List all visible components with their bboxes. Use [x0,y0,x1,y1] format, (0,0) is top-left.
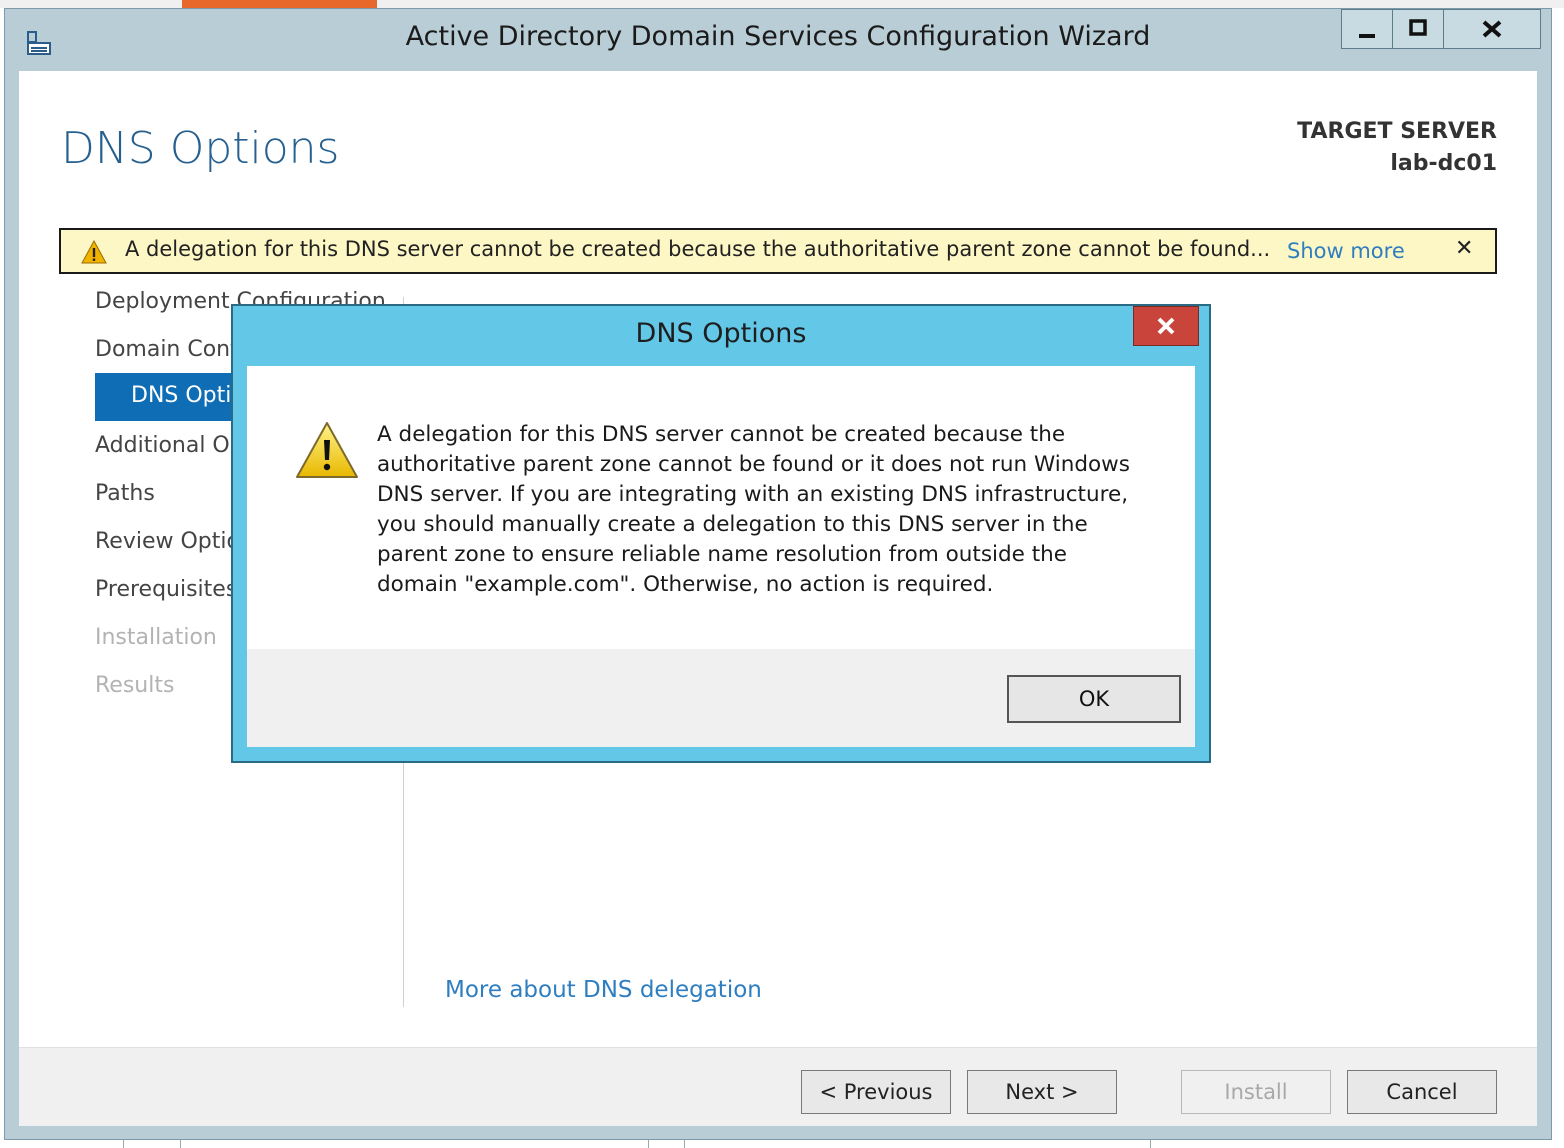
warning-message: A delegation for this DNS server cannot … [125,237,1271,261]
dialog-message-line: parent zone to ensure reliable name reso… [377,542,1067,567]
install-button: Install [1181,1070,1331,1114]
dialog-body: A delegation for this DNS server cannot … [247,366,1195,649]
minimize-button[interactable] [1341,9,1393,49]
dialog-message: A delegation for this DNS server cannot … [377,420,1137,600]
cancel-button[interactable]: Cancel [1347,1070,1497,1114]
dialog-message-line: you should manually create a delegation … [377,512,1088,537]
dialog-close-button[interactable] [1133,306,1199,346]
maximize-button[interactable] [1392,9,1444,49]
warning-notification-bar: A delegation for this DNS server cannot … [59,228,1497,274]
close-icon [1157,317,1175,335]
nav-item-results: Results [95,673,175,698]
dns-options-dialog: DNS Options A delegation for this DNS se… [231,304,1211,763]
dialog-footer: OK [247,649,1195,747]
page-title: DNS Options [61,123,340,174]
previous-button[interactable]: < Previous [801,1070,951,1114]
ok-button[interactable]: OK [1007,675,1181,723]
dialog-message-line: DNS server. If you are integrating with … [377,482,1129,507]
nav-item-installation: Installation [95,625,217,650]
target-server-label: TARGET SERVER [1297,119,1497,144]
dismiss-warning-button[interactable]: ✕ [1455,236,1473,261]
close-icon [1482,20,1502,38]
title-bar[interactable]: Active Directory Domain Services Configu… [5,9,1551,69]
nav-item-paths[interactable]: Paths [95,481,155,506]
maximize-icon [1409,19,1427,36]
warning-icon [81,240,107,264]
wizard-footer: < Previous Next > Install Cancel [19,1047,1537,1126]
dialog-title: DNS Options [635,318,807,349]
dialog-message-line: authoritative parent zone cannot be foun… [377,452,1130,477]
background-tab-accent [182,0,377,8]
target-server-name: lab-dc01 [1390,151,1497,176]
close-button[interactable] [1443,9,1541,49]
show-more-link[interactable]: Show more [1287,239,1405,263]
next-button[interactable]: Next > [967,1070,1117,1114]
more-about-dns-delegation-link[interactable]: More about DNS delegation [445,977,762,1003]
warning-icon [296,422,358,478]
dialog-message-line: domain "example.com". Otherwise, no acti… [377,572,994,597]
minimize-icon [1359,34,1375,38]
dialog-message-line: A delegation for this DNS server cannot … [377,422,1066,447]
window-title: Active Directory Domain Services Configu… [405,21,1151,52]
